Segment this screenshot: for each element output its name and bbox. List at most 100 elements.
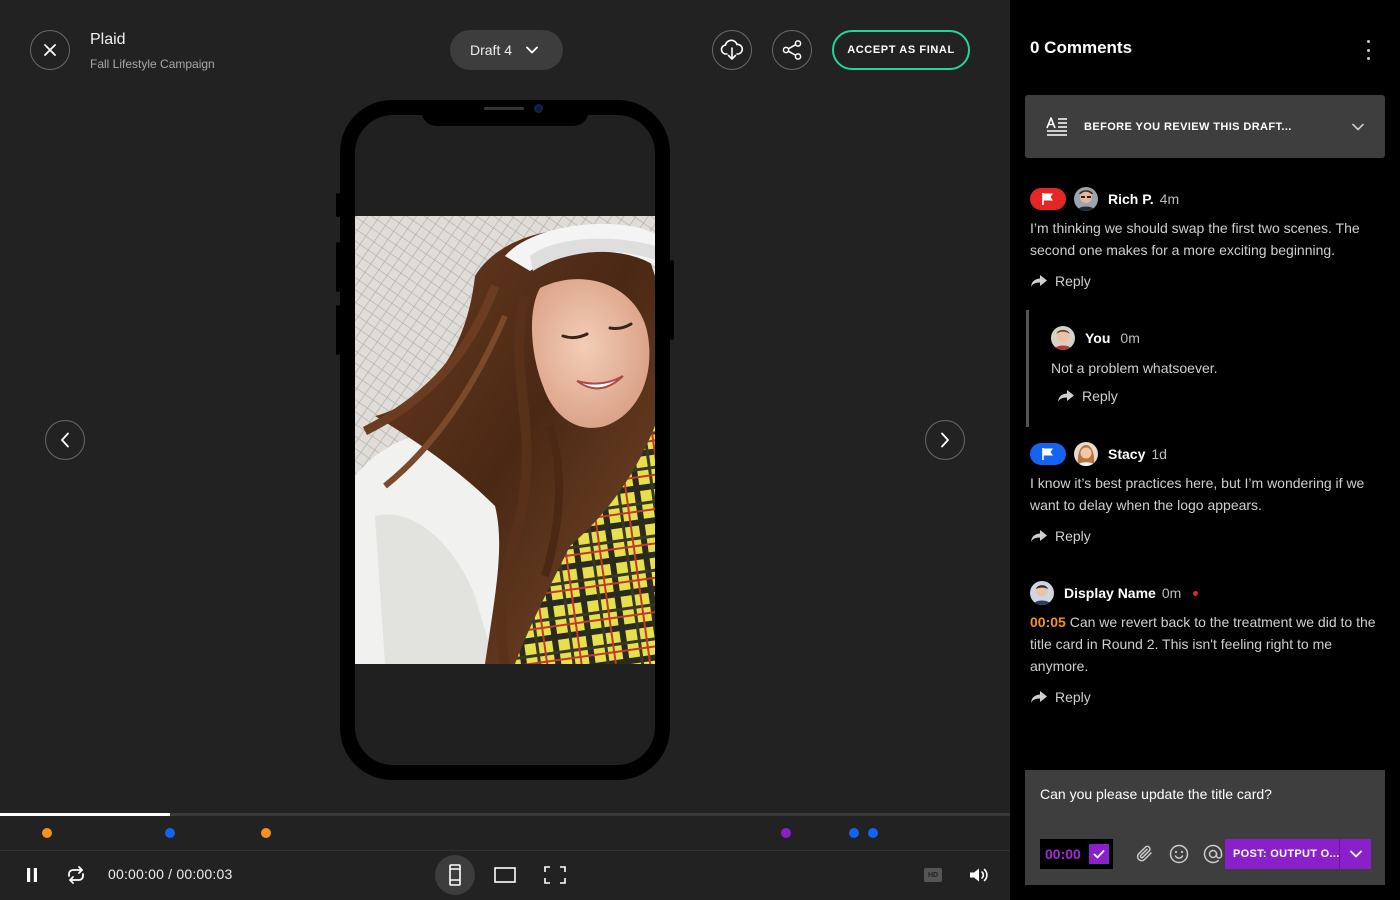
post-button[interactable]: POST: OUTPUT O... [1225,839,1371,869]
progress-bar[interactable] [0,813,1010,816]
comment-body: I know it’s best practices here, but I’m… [1030,475,1365,513]
timeline-comment-marker[interactable] [42,828,53,838]
timeline-comment-marker[interactable] [849,828,860,838]
chevron-left-icon [61,432,69,448]
close-button[interactable] [30,30,70,70]
before-review-label: BEFORE YOU REVIEW THIS DRAFT... [1084,120,1292,133]
comment-author: Stacy [1108,446,1146,462]
loop-icon [68,866,84,884]
comment-body: 00:05 Can we revert back to the treatmen… [1030,614,1376,674]
camera-icon [534,104,543,113]
reply-button[interactable]: Reply [1030,273,1385,289]
phone-side-button [670,260,674,340]
comment-time: 1d [1151,446,1167,462]
share-icon [782,40,802,60]
comment-reply-item: You 0m Not a problem whatsoever. Reply [1051,326,1381,404]
download-button[interactable] [712,30,752,70]
fullscreen-icon [544,866,566,884]
chevron-down-icon [1349,850,1362,858]
share-button[interactable] [772,30,812,70]
comment-author: Rich P. [1108,191,1154,207]
chevron-down-icon [526,46,538,54]
check-icon [1093,849,1105,859]
avatar [1074,442,1098,466]
close-icon [44,44,56,56]
comment-body: I’m thinking we should swap the first tw… [1030,220,1360,258]
flag-icon [1042,448,1053,460]
comments-title: 0 Comments [1030,38,1133,57]
flag-button[interactable] [1030,188,1066,210]
at-sign-icon [1203,844,1223,864]
phone-notch [421,100,589,126]
timeline-comment-marker[interactable] [260,828,271,838]
comment-author: Display Name [1064,585,1156,601]
comment-time: 0m [1161,585,1182,601]
accept-as-final-button[interactable]: ACCEPT AS FINAL [832,30,970,70]
comment-input[interactable] [1040,786,1370,802]
post-label: POST: OUTPUT O... [1233,848,1339,860]
paperclip-icon [1136,845,1152,862]
comment-time: 4m [1159,191,1180,207]
timecode: 00:00:00 / 00:00:03 [108,866,233,882]
mobile-view-button[interactable] [435,855,475,895]
comment-body: Not a problem whatsoever. [1051,360,1218,376]
pause-icon [27,868,37,882]
emoji-button[interactable] [1168,843,1190,865]
next-button[interactable] [925,420,965,460]
mobile-icon [449,864,461,886]
reply-arrow-icon [1031,530,1047,542]
volume-button[interactable] [967,864,991,886]
timestamp-value: 00:00 [1045,846,1081,862]
reply-button[interactable]: Reply [1057,388,1381,404]
comment-item: Display Name 0m 00:05 Can we revert back… [1030,581,1385,705]
hd-badge: HD [924,868,942,882]
hd-toggle[interactable]: HD [923,866,943,884]
reply-arrow-icon [1031,275,1047,287]
flag-icon [1042,193,1053,205]
timestamp-toggle[interactable]: 00:00 [1040,839,1113,869]
reply-button[interactable]: Reply [1030,689,1385,705]
campaign-photo [355,216,655,664]
thread-indicator [1026,310,1029,427]
comment-composer: 00:00 POST: OUTPUT O... [1025,770,1385,885]
previous-button[interactable] [45,420,85,460]
review-stage: Plaid Fall Lifestyle Campaign Draft 4 AC… [0,0,1010,900]
chevron-down-icon [1352,123,1364,131]
divider [0,850,1010,851]
mention-button[interactable] [1202,843,1224,865]
avatar [1030,581,1054,605]
loop-button[interactable] [63,863,89,887]
more-options-icon[interactable] [1360,40,1376,60]
timeline-comment-marker[interactable] [164,828,175,838]
post-options-toggle[interactable] [1340,850,1371,858]
widescreen-icon [494,867,516,883]
comments-panel: 0 Comments BEFORE YOU REVIEW THIS DRAFT.… [1010,0,1400,900]
before-review-accordion[interactable]: BEFORE YOU REVIEW THIS DRAFT... [1025,95,1385,158]
project-title: Plaid [90,31,126,48]
chevron-right-icon [941,432,949,448]
reply-arrow-icon [1031,691,1047,703]
progress-fill [0,813,170,816]
comment-item: Rich P. 4m I’m thinking we should swap t… [1030,187,1385,289]
pause-button[interactable] [22,865,42,885]
text-guidelines-icon [1046,117,1067,136]
cloud-download-icon [720,39,744,60]
reply-button[interactable]: Reply [1030,528,1385,544]
flag-button[interactable] [1030,443,1066,465]
draft-label: Draft 4 [470,42,513,58]
fullscreen-button[interactable] [543,864,567,886]
checkbox-checked[interactable] [1089,844,1109,864]
comment-item: Stacy 1d I know it’s best practices here… [1030,442,1385,544]
attach-button[interactable] [1134,843,1156,865]
smiley-icon [1169,844,1189,864]
comment-timestamp[interactable]: 00:05 [1030,614,1066,630]
desktop-view-button[interactable] [493,865,517,885]
comment-author: You [1085,330,1111,346]
comment-time: 0m [1120,330,1140,346]
volume-icon [970,868,988,882]
timeline-comment-marker[interactable] [780,828,791,838]
draft-selector[interactable]: Draft 4 [450,30,563,70]
reply-arrow-icon [1058,390,1074,402]
video-frame[interactable] [355,216,655,664]
timeline-comment-marker[interactable] [867,828,878,838]
